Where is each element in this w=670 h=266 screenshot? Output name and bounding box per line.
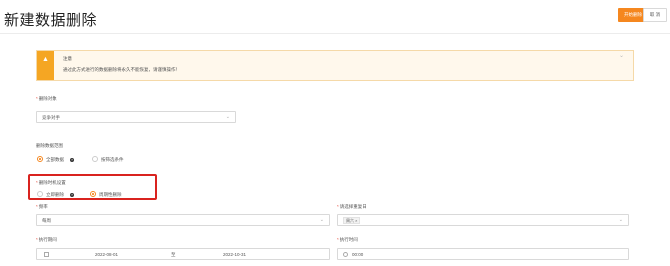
frequency-select[interactable]: 每周 ⌄ [36, 214, 330, 226]
exec-time-label: *执行时间 [337, 237, 358, 242]
chevron-down-icon: ⌄ [225, 114, 230, 120]
date-end[interactable]: 2022-10-31 [223, 252, 246, 257]
exec-time-value: 00:00 [352, 252, 364, 257]
clock-icon [343, 252, 348, 257]
chevron-down-icon: ⌄ [319, 217, 324, 223]
repeat-day-tag[interactable]: 周六 × [343, 217, 361, 224]
repeat-day-select[interactable]: 周六 × ⌄ [337, 214, 629, 226]
frequency-label: *频率 [36, 204, 48, 209]
date-separator: 至 [171, 252, 176, 257]
target-select-value: 竞争对手 [42, 115, 60, 120]
date-start[interactable]: 2022-08-01 [95, 252, 118, 257]
time-radio-immediate[interactable] [37, 191, 43, 197]
time-radio-periodic[interactable] [90, 191, 96, 197]
notice-collapse-chevron-icon[interactable]: ⌄ [619, 52, 624, 59]
frequency-value: 每周 [42, 218, 51, 223]
scope-option-all-label: 全部数据 [46, 157, 64, 162]
scope-option-filter-label: 按筛选条件 [101, 157, 124, 162]
time-option-immediate-label: 立即删除 [46, 192, 64, 197]
page-title: 新建数据删除 [4, 12, 98, 29]
page-header: 新建数据删除 开始删除 取 消 [0, 0, 670, 34]
chevron-down-icon: ⌄ [618, 217, 623, 223]
cancel-button[interactable]: 取 消 [643, 8, 667, 22]
notice-text: 通过此方式进行的数据删除将永久不能恢复，请谨慎操作！ [63, 67, 180, 72]
scope-label: 删除数据范围 [36, 143, 63, 148]
help-icon[interactable]: ? [70, 193, 74, 197]
period-label: *执行期间 [36, 237, 57, 242]
target-label: *删除对象 [36, 96, 57, 101]
warning-icon-box: ▲ [37, 51, 54, 80]
period-range-picker[interactable]: 2022-08-01 至 2022-10-31 [36, 248, 330, 260]
scope-radio-all[interactable] [37, 156, 43, 162]
repeat-label: *请选择重复日 [337, 204, 367, 209]
scope-radio-filter[interactable] [92, 156, 98, 162]
warning-notice: ▲ 注意 通过此方式进行的数据删除将永久不能恢复，请谨慎操作！ [36, 50, 634, 81]
time-option-periodic-label: 周期性删除 [99, 192, 122, 197]
notice-title: 注意 [63, 56, 72, 61]
target-select[interactable]: 竞争对手 ⌄ [36, 111, 236, 123]
exec-time-picker[interactable]: 00:00 [337, 248, 629, 260]
help-icon[interactable]: ? [70, 158, 74, 162]
time-label: *删除时机设置 [36, 180, 66, 185]
warning-icon: ▲ [42, 56, 49, 63]
calendar-icon [44, 252, 49, 257]
